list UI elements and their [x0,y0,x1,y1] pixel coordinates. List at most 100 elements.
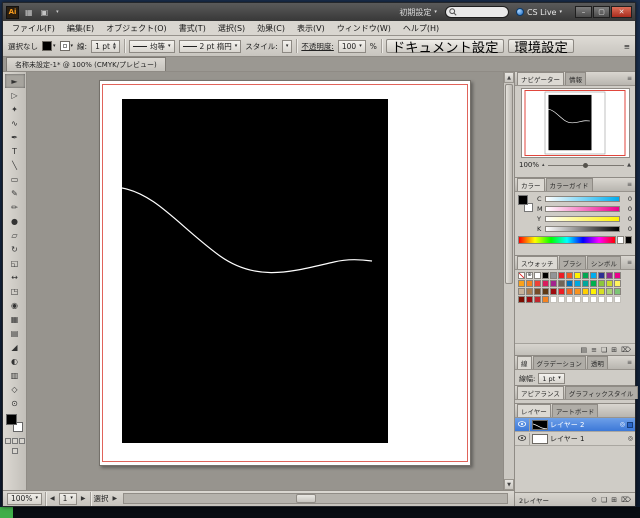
swatch[interactable] [542,272,549,279]
swatch[interactable] [606,272,613,279]
swatch-libraries-icon[interactable]: ▤ [580,346,587,354]
tool-eyedropper-icon[interactable]: ◢ [5,340,25,354]
scroll-up-icon[interactable]: ▲ [504,72,514,83]
tab-navigator[interactable]: ナビゲーター [517,72,564,85]
swatch[interactable] [566,288,573,295]
swatch[interactable] [606,288,613,295]
scroll-down-icon[interactable]: ▼ [504,479,514,490]
swatch[interactable] [534,280,541,287]
screen-mode-button[interactable] [12,448,18,454]
arrange-documents-caret-icon[interactable]: ▾ [54,10,61,15]
tool-pen-icon[interactable]: ✒ [5,130,25,144]
zoom-slider-knob[interactable] [583,163,588,168]
maximize-button[interactable]: ▢ [593,6,610,18]
fill-stroke-indicator[interactable] [6,414,24,434]
layer-target-icon[interactable]: ◎ [628,435,633,442]
panel-menu-icon[interactable]: ≡ [627,359,633,366]
swatch[interactable] [534,296,541,303]
stroke-width-dropdown[interactable]: 1 pt ▲▼ [91,40,120,53]
horizontal-scroll-thumb[interactable] [296,494,316,503]
vertical-scroll-thumb[interactable] [505,84,513,284]
menubar-item-3[interactable]: 書式(T) [173,23,212,34]
black-rectangle-artwork[interactable] [122,99,388,443]
opacity-dropdown[interactable]: 100 ▾ [338,40,366,53]
tab-stroke[interactable]: 線 [517,356,532,369]
tool-gradient-icon[interactable]: ▤ [5,326,25,340]
tool-type-icon[interactable]: T [5,144,25,158]
tool-mesh-icon[interactable]: ▦ [5,312,25,326]
swatch[interactable] [614,288,621,295]
swatch[interactable] [534,288,541,295]
tool-rotate-icon[interactable]: ↻ [5,242,25,256]
style-dropdown[interactable]: ▾ [282,40,293,53]
swatch[interactable] [566,296,573,303]
tab-appearance[interactable]: アピアランス [517,386,564,399]
tool-paintbrush-icon[interactable]: ✎ [5,186,25,200]
swatch[interactable] [598,288,605,295]
search-box[interactable] [445,6,509,18]
tool-zoom-icon[interactable]: ⊙ [5,396,25,410]
swatch[interactable] [590,272,597,279]
swatch[interactable] [574,280,581,287]
fill-proxy-icon[interactable] [6,414,17,425]
fill-proxy-icon[interactable] [518,195,528,205]
color-channel-Y[interactable]: Y0 [537,215,632,223]
delete-layer-icon[interactable]: ⌦ [621,496,631,504]
artboard-number-dropdown[interactable]: 1 ▾ [59,493,77,505]
menubar-item-1[interactable]: 編集(E) [61,23,100,34]
delete-swatch-icon[interactable]: ⌦ [621,346,631,354]
new-swatch-icon[interactable]: ⊞ [611,346,617,354]
minimize-button[interactable]: – [575,6,592,18]
swatch[interactable] [542,280,549,287]
tool-blend-icon[interactable]: ◐ [5,354,25,368]
tab-color[interactable]: カラー [517,178,545,191]
color-spectrum-bar[interactable] [518,236,616,244]
draw-inside-button[interactable] [19,438,25,444]
tool-free-transform-icon[interactable]: ◳ [5,284,25,298]
tool-shape-builder-icon[interactable]: ◉ [5,298,25,312]
previous-artboard-button[interactable]: ◀ [49,495,56,502]
document-setup-button[interactable]: ドキュメント設定 [386,39,505,53]
tool-magic-wand-icon[interactable]: ✦ [5,102,25,116]
document-tab[interactable]: 名称未設定-1* @ 100% (CMYK/プレビュー) [6,57,166,71]
next-artboard-button[interactable]: ▶ [80,495,87,502]
artboard-page[interactable] [99,80,471,466]
menubar-item-7[interactable]: ウィンドウ(W) [331,23,397,34]
swatch[interactable] [558,296,565,303]
tool-column-graph-icon[interactable]: ▥ [5,368,25,382]
color-channel-K[interactable]: K0 [537,225,632,233]
swatch[interactable] [526,296,533,303]
start-button[interactable] [0,507,13,518]
width-profile-dropdown[interactable]: 均等 ▾ [129,40,175,53]
swatch[interactable] [526,288,533,295]
swatch[interactable] [582,272,589,279]
swatch[interactable] [566,272,573,279]
black-swatch[interactable] [625,236,632,244]
draw-normal-button[interactable] [5,438,11,444]
tool-direct-selection-icon[interactable]: ▷ [5,88,25,102]
tool-width-icon[interactable]: ↔ [5,270,25,284]
zoom-level-dropdown[interactable]: 100% ▾ [7,493,42,505]
stepper-icon[interactable]: ▲▼ [113,42,116,50]
swatch[interactable] [598,280,605,287]
swatch[interactable] [518,296,525,303]
fill-color-dropdown[interactable]: ▾ [42,41,56,51]
tool-blob-brush-icon[interactable]: ● [5,214,25,228]
layer-name[interactable]: レイヤー 2 [550,420,618,430]
swatch[interactable]: ⊕ [526,272,533,279]
color-fill-stroke-indicator[interactable] [518,195,534,217]
new-color-group-icon[interactable]: ❏ [601,346,607,354]
menubar-item-5[interactable]: 効果(C) [251,23,291,34]
swatch[interactable] [542,296,549,303]
search-input[interactable] [459,8,505,16]
brush-definition-dropdown[interactable]: 2 pt 楕円 ▾ [179,40,242,53]
swatch[interactable] [550,280,557,287]
swatch[interactable] [614,272,621,279]
swatch[interactable] [574,296,581,303]
menubar-item-4[interactable]: 選択(S) [212,23,251,34]
visibility-eye-icon[interactable] [517,435,527,443]
swatch[interactable] [582,280,589,287]
swatch[interactable] [590,296,597,303]
swatch[interactable] [550,296,557,303]
swatch[interactable] [614,280,621,287]
